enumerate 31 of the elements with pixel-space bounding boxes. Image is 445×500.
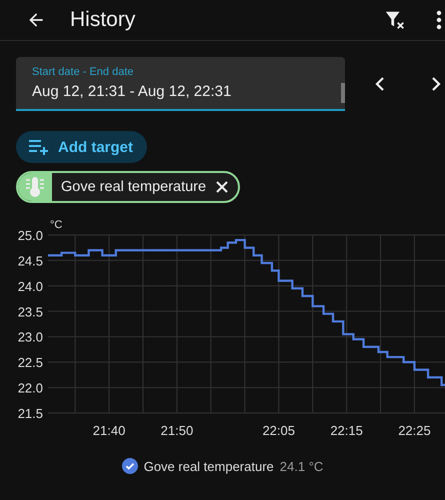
add-target-button[interactable]: Add target [16,131,147,163]
field-value: Aug 12, 21:31 - Aug 12, 22:31 [32,83,232,100]
y-tick-label: 23.0 [18,330,43,345]
x-tick-label: 22:25 [398,423,431,438]
y-tick-label: 24.0 [18,278,43,294]
next-icon[interactable] [431,77,441,91]
thermometer-icon [25,176,45,198]
previous-icon[interactable] [375,77,385,91]
field-label: Start date - End date [32,66,135,78]
x-tick-label: 21:50 [160,423,194,438]
legend-label: Gove real temperature [144,458,274,474]
target-chip[interactable]: Gove real temperature [16,171,240,203]
legend-checkbox[interactable] [122,458,138,474]
y-tick-label: 22.5 [18,355,43,370]
x-tick-label: 21:40 [92,423,126,438]
close-icon[interactable] [216,181,228,193]
playlist-add-icon [28,138,50,156]
chip-label: Gove real temperature [61,179,206,195]
clear-filter-icon[interactable] [384,9,406,31]
legend-reading: 24.1 °C [280,458,324,474]
page-title: History [70,8,136,32]
x-tick-label: 22:05 [262,423,295,438]
y-tick-label: 23.5 [18,304,43,320]
x-tick-label: 22:15 [330,423,363,438]
y-tick-label: 24.5 [18,253,43,268]
axis-unit: °C [50,219,62,231]
y-tick-label: 22.0 [18,380,43,396]
y-tick-label: 21.5 [18,406,43,421]
date-range-field[interactable]: Start date - End date Aug 12, 21:31 - Aug 12, 22:31 [16,57,345,111]
y-tick-label: 25.0 [18,228,43,243]
menu-icon[interactable] [436,10,442,30]
